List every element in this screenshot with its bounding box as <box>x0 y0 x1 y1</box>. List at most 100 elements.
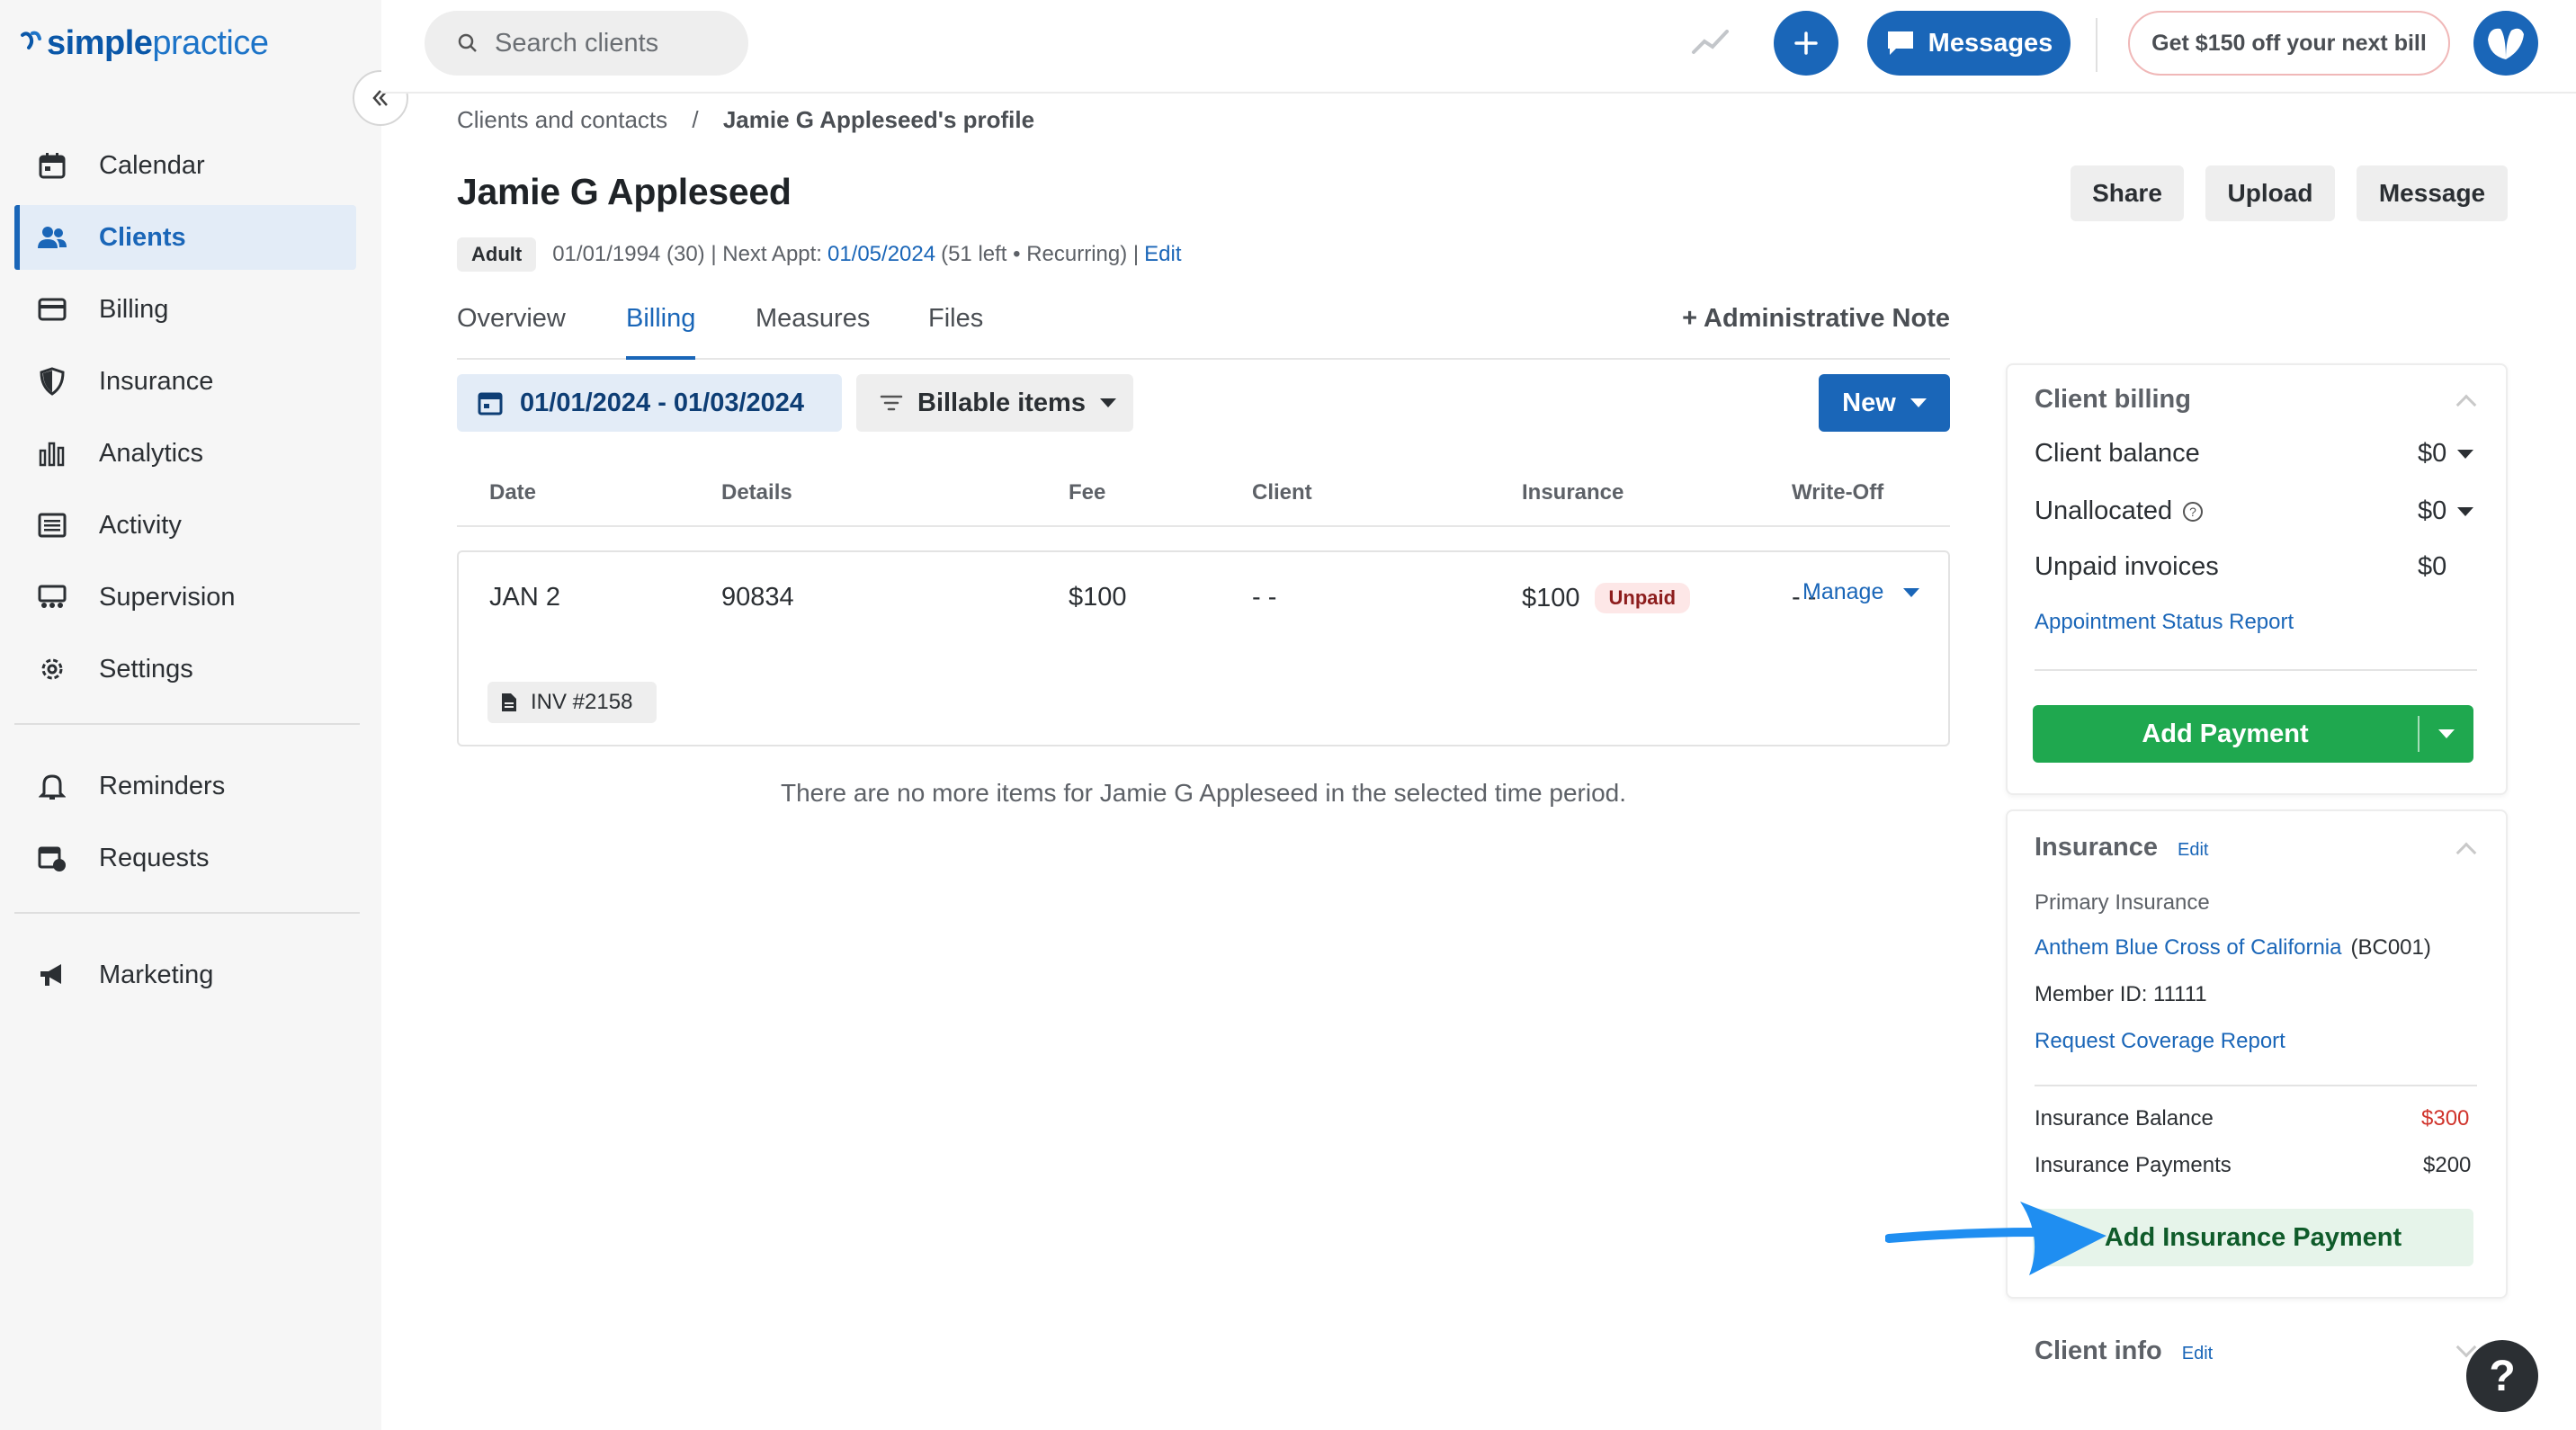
logo-mark-icon <box>21 31 41 49</box>
promo-button[interactable]: Get $150 off your next bill <box>2128 11 2450 76</box>
sidebar-item-label: Marketing <box>99 960 214 989</box>
create-new-button[interactable] <box>1774 11 1838 76</box>
client-info-title-row: Client info Edit <box>2035 1336 2213 1366</box>
tab-measures[interactable]: Measures <box>756 304 870 360</box>
insurance-payments-value: $200 <box>2423 1153 2472 1177</box>
topbar-divider <box>2096 18 2097 72</box>
sidebar-item-label: Settings <box>99 654 193 684</box>
client-balance-dropdown[interactable]: $0 <box>2418 439 2474 469</box>
sidebar-item-calendar[interactable]: Calendar <box>14 133 356 198</box>
client-balance-value: $0 <box>2418 439 2447 468</box>
filter-icon <box>880 395 903 411</box>
sidebar-item-label: Insurance <box>99 366 214 396</box>
unallocated-dropdown[interactable]: $0 <box>2418 496 2474 526</box>
search-bar[interactable] <box>425 11 748 76</box>
messages-button[interactable]: Messages <box>1867 11 2071 76</box>
sidebar-item-analytics[interactable]: Analytics <box>14 421 356 486</box>
messages-label: Messages <box>1928 28 2053 58</box>
sidebar-item-insurance[interactable]: Insurance <box>14 349 356 414</box>
add-payment-dropdown[interactable] <box>2419 729 2473 738</box>
sidebar-item-reminders[interactable]: Reminders <box>14 754 356 818</box>
search-input[interactable] <box>495 28 729 58</box>
payer-code: (BC001) <box>2350 935 2431 960</box>
unpaid-invoices-label: Unpaid invoices <box>2035 552 2219 581</box>
upload-button[interactable]: Upload <box>2205 165 2335 221</box>
breadcrumb: Clients and contacts / Jamie G Appleseed… <box>457 106 1034 134</box>
row-insurance-amount: $100 <box>1522 583 1580 612</box>
gear-icon <box>36 653 68 685</box>
logo-wordmark: simplepractice <box>47 23 269 62</box>
chevron-down-icon <box>2457 506 2474 516</box>
sidebar-item-settings[interactable]: Settings <box>14 637 356 702</box>
tab-overview[interactable]: Overview <box>457 304 566 360</box>
search-icon <box>458 33 477 52</box>
insurance-title: Insurance <box>2035 833 2158 862</box>
client-balance-label: Client balance <box>2035 439 2200 468</box>
manage-label: Manage <box>1802 579 1884 604</box>
insurance-edit-link[interactable]: Edit <box>2178 840 2208 861</box>
invoice-chip[interactable]: INV #2158 <box>487 682 657 723</box>
tab-billing[interactable]: Billing <box>626 304 696 360</box>
sidebar-item-supervision[interactable]: Supervision <box>14 565 356 630</box>
row-client: - - <box>1252 583 1277 612</box>
client-info-edit-link[interactable]: Edit <box>2182 1344 2213 1364</box>
date-range-filter[interactable]: 01/01/2024 - 01/03/2024 <box>457 374 842 432</box>
simplepractice-logo[interactable]: simplepractice <box>20 18 269 68</box>
add-administrative-note-button[interactable]: + Administrative Note <box>1682 304 1950 334</box>
new-item-button[interactable]: New <box>1819 374 1950 432</box>
appt-meta: (51 left • Recurring) | <box>941 242 1140 266</box>
sidebar-item-requests[interactable]: Requests <box>14 826 356 890</box>
client-billing-title: Client billing <box>2035 385 2191 414</box>
sidebar-item-label: Supervision <box>99 582 236 612</box>
megaphone-icon <box>36 959 68 991</box>
calendar-icon <box>478 392 503 416</box>
clients-icon <box>36 221 68 254</box>
request-coverage-report-link[interactable]: Request Coverage Report <box>2035 1029 2285 1054</box>
trend-chart-icon[interactable] <box>1691 27 1731 58</box>
butterfly-logo-icon <box>2488 28 2524 59</box>
sidebar-item-activity[interactable]: Activity <box>14 493 356 558</box>
table-row <box>457 550 1950 746</box>
column-header-details: Details <box>721 480 792 505</box>
breadcrumb-parent-link[interactable]: Clients and contacts <box>457 106 667 133</box>
page-title: Jamie G Appleseed <box>457 171 792 212</box>
insurance-balance-value: $300 <box>2421 1106 2470 1131</box>
avatar[interactable] <box>2473 11 2538 76</box>
client-info-title: Client info <box>2035 1336 2162 1365</box>
sidebar-item-clients[interactable]: Clients <box>14 205 356 270</box>
help-button[interactable]: ? <box>2466 1340 2538 1412</box>
column-header-insurance: Insurance <box>1522 480 1624 505</box>
sidebar-divider <box>14 912 360 914</box>
add-payment-button[interactable]: Add Payment <box>2033 705 2473 763</box>
help-circle-icon[interactable]: ? <box>2181 500 2205 523</box>
row-date: JAN 2 <box>489 583 560 612</box>
sidebar-item-marketing[interactable]: Marketing <box>14 943 356 1007</box>
next-appt-link[interactable]: 01/05/2024 <box>827 242 935 267</box>
column-header-date: Date <box>489 480 537 505</box>
payer-link[interactable]: Anthem Blue Cross of California <box>2035 935 2341 961</box>
unallocated-value: $0 <box>2418 496 2447 525</box>
empty-period-message: There are no more items for Jamie G Appl… <box>780 779 1627 807</box>
payer-row: Anthem Blue Cross of California (BC001) <box>2035 935 2431 961</box>
appointment-status-report-link[interactable]: Appointment Status Report <box>2035 610 2294 635</box>
share-button[interactable]: Share <box>2071 165 2184 221</box>
manage-dropdown[interactable]: Manage <box>1802 579 1920 605</box>
column-header-client: Client <box>1252 480 1312 505</box>
edit-client-link[interactable]: Edit <box>1144 242 1181 267</box>
add-payment-label: Add Payment <box>2142 719 2309 748</box>
chat-bubble-icon <box>1887 31 1913 55</box>
calendar-icon <box>36 149 68 182</box>
requests-icon <box>36 842 68 874</box>
activity-icon <box>36 509 68 541</box>
sidebar-item-billing[interactable]: Billing <box>14 277 356 342</box>
panel-divider <box>2035 669 2477 671</box>
tab-files[interactable]: Files <box>928 304 983 360</box>
billing-icon <box>36 293 68 326</box>
document-icon <box>502 693 516 711</box>
billable-items-filter[interactable]: Billable items <box>856 374 1133 432</box>
sidebar-item-label: Billing <box>99 294 169 324</box>
column-header-fee: Fee <box>1069 480 1106 505</box>
unpaid-invoices-value: $0 <box>2418 552 2447 581</box>
message-button[interactable]: Message <box>2357 165 2508 221</box>
sidebar-item-label: Clients <box>99 222 186 252</box>
